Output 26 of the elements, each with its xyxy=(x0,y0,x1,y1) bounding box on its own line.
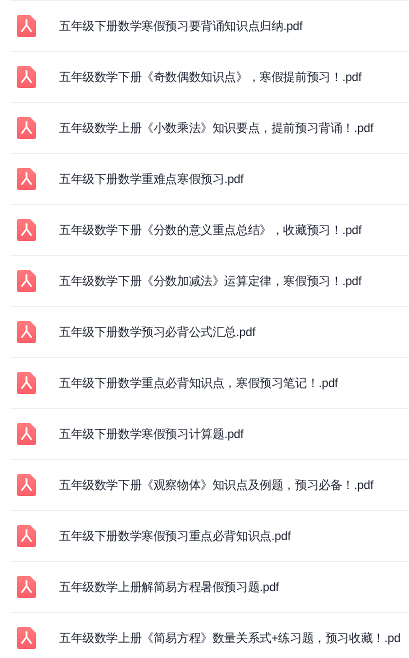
file-name[interactable]: 五年级下册数学重难点寒假预习.pdf xyxy=(59,170,244,188)
file-name[interactable]: 五年级数学下册《分数加减法》运算定律，寒假预习！.pdf xyxy=(59,272,362,290)
file-name[interactable]: 五年级数学下册《分数的意义重点总结》，收藏预习！.pdf xyxy=(59,221,362,239)
file-name[interactable]: 五年级下册数学寒假预习计算题.pdf xyxy=(59,425,244,443)
file-name[interactable]: 五年级下册数学重点必背知识点，寒假预习笔记！.pdf xyxy=(59,374,338,392)
pdf-file-icon xyxy=(17,270,36,292)
pdf-file-icon xyxy=(17,321,36,343)
file-name[interactable]: 五年级下册数学寒假预习要背诵知识点归纳.pdf xyxy=(59,17,302,35)
pdf-file-icon xyxy=(17,15,36,37)
file-name[interactable]: 五年级数学下册《观察物体》知识点及例题，预习必备！.pdf xyxy=(59,476,374,494)
pdf-file-icon xyxy=(17,423,36,445)
file-name[interactable]: 五年级下册数学预习必背公式汇总.pdf xyxy=(59,323,256,341)
pdf-file-icon xyxy=(17,474,36,496)
file-name[interactable]: 五年级数学上册《简易方程》数量关系式+练习题，预习收藏！.pd xyxy=(59,629,400,647)
pdf-file-icon xyxy=(17,576,36,598)
pdf-file-icon xyxy=(17,372,36,394)
pdf-file-icon xyxy=(17,525,36,547)
pdf-file-icon xyxy=(17,219,36,241)
pdf-file-icon xyxy=(17,627,36,649)
pdf-file-icon xyxy=(17,66,36,88)
file-name[interactable]: 五年级数学上册解简易方程暑假预习题.pdf xyxy=(59,578,279,596)
pdf-file-icon xyxy=(17,117,36,139)
file-name[interactable]: 五年级数学上册《小数乘法》知识要点，提前预习背诵！.pdf xyxy=(59,119,374,137)
pdf-file-icon xyxy=(17,168,36,190)
file-name[interactable]: 五年级下册数学寒假预习重点必背知识点.pdf xyxy=(59,527,291,545)
file-name[interactable]: 五年级数学下册《奇数偶数知识点》，寒假提前预习！.pdf xyxy=(59,68,362,86)
